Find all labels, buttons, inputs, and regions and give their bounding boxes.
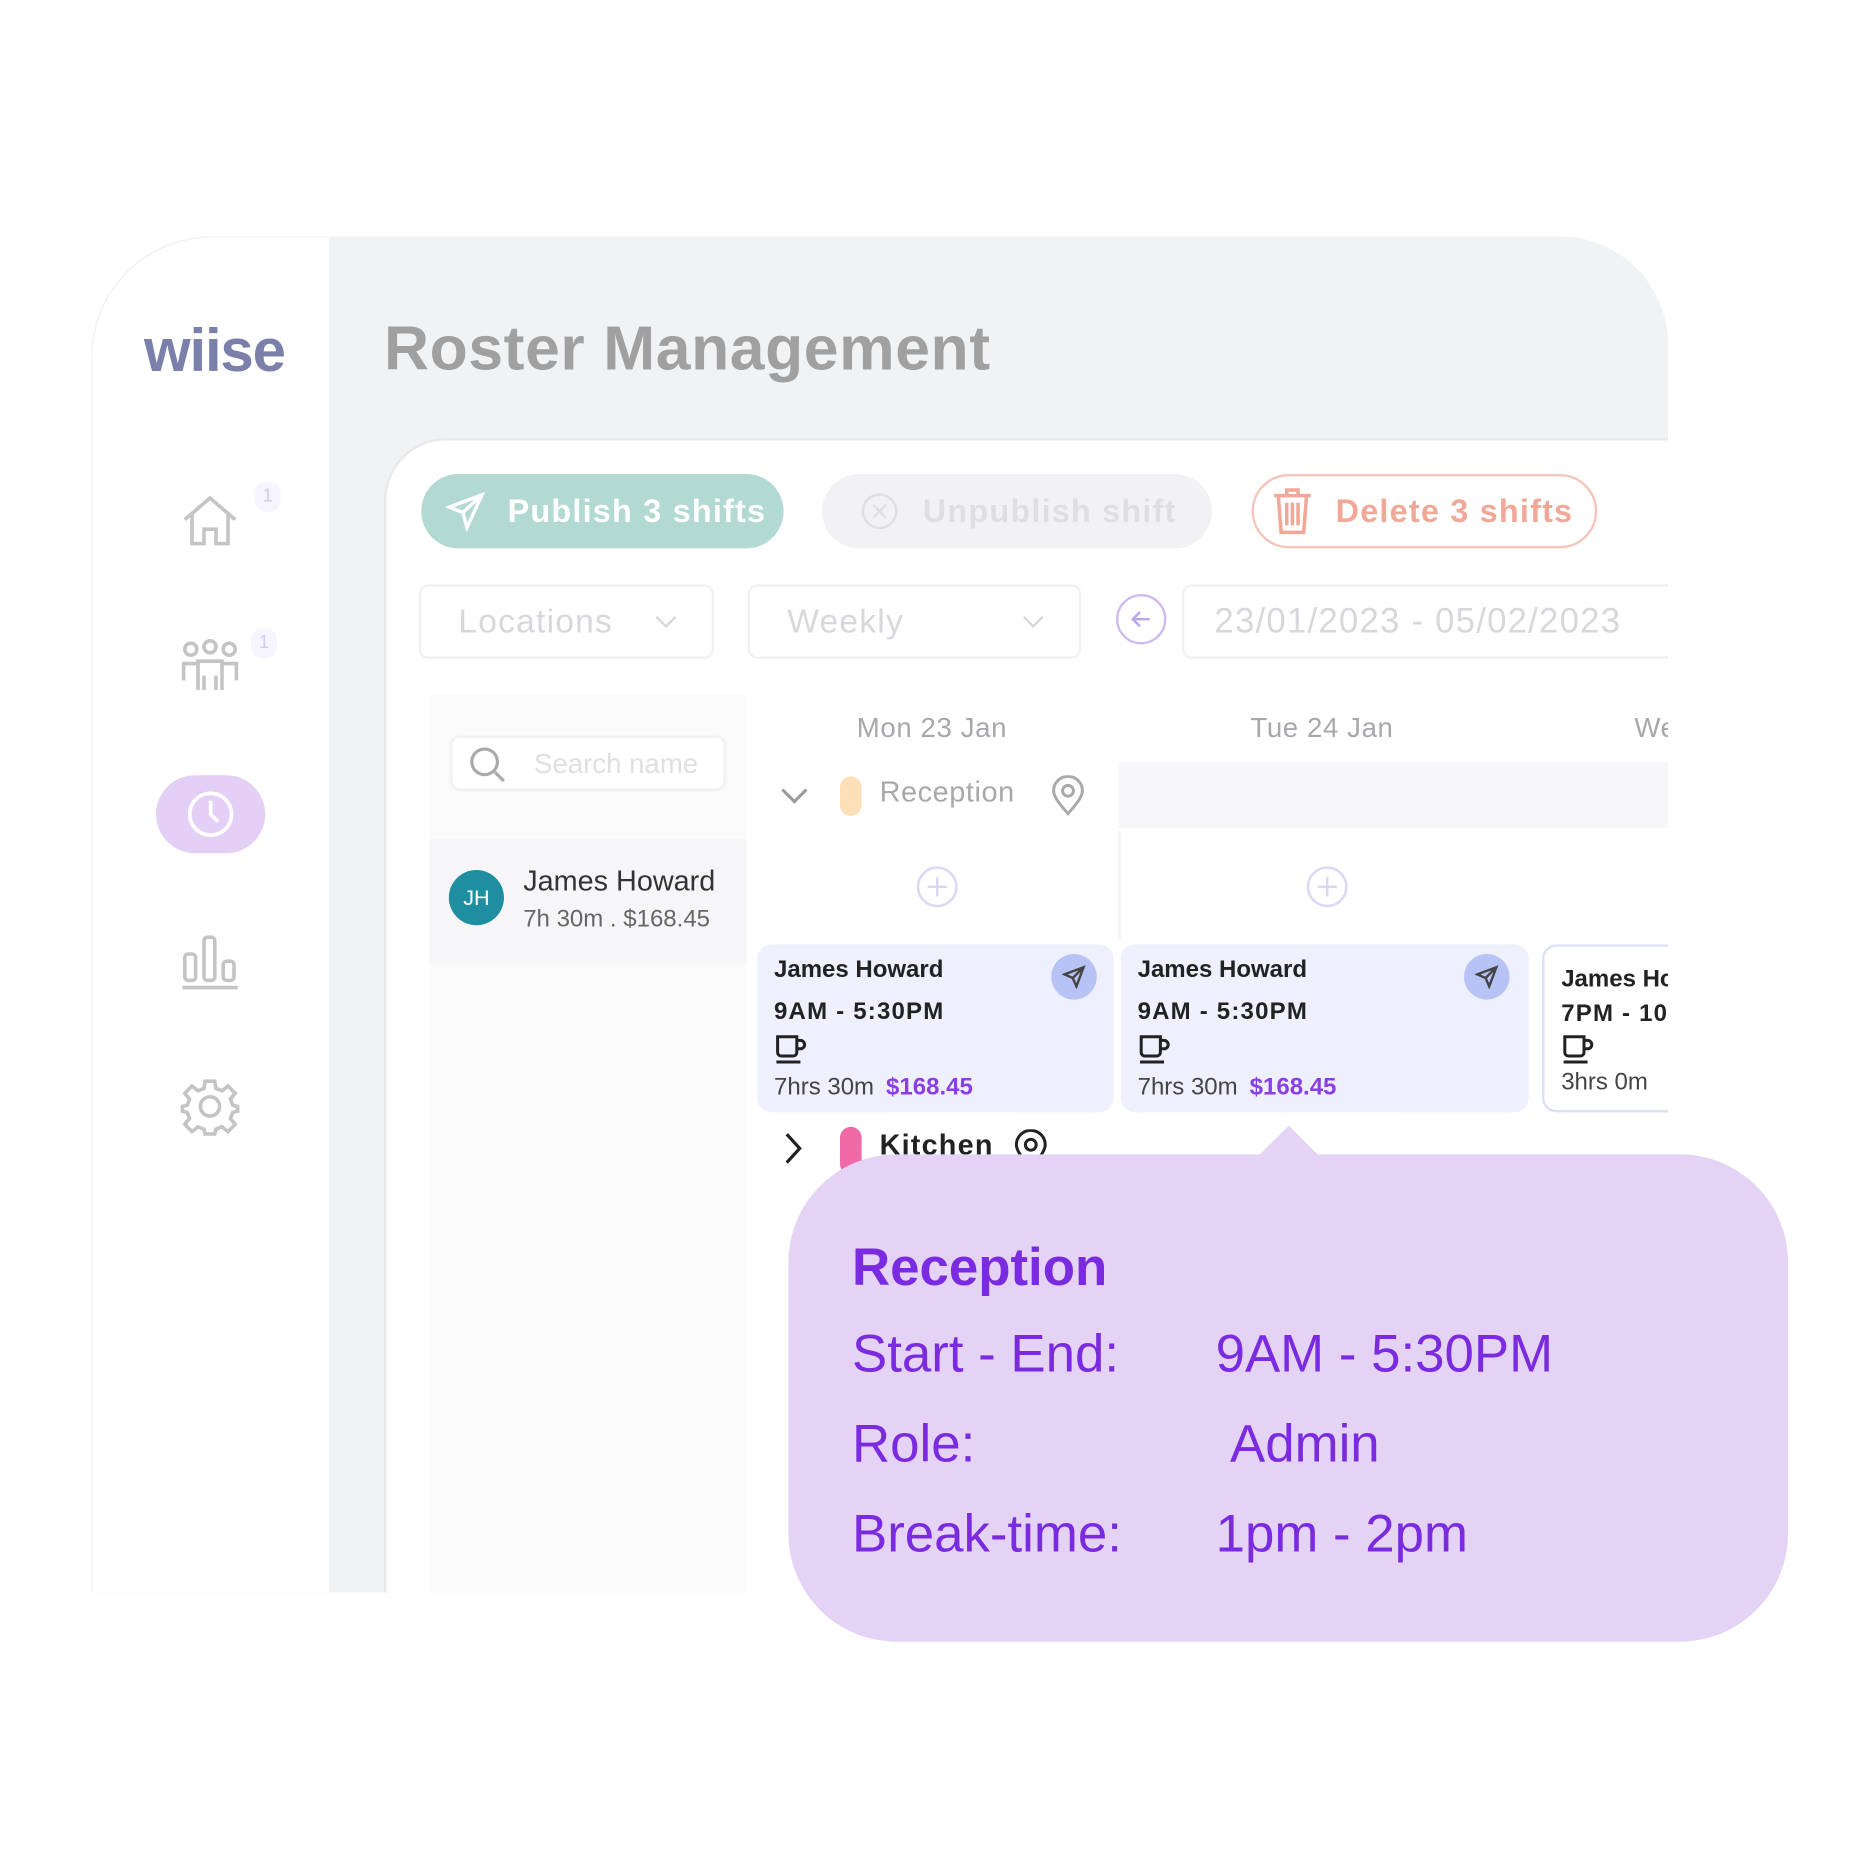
publish-button[interactable]: Publish 3 shifts bbox=[421, 474, 784, 549]
chevron-down-icon[interactable] bbox=[780, 786, 809, 805]
reception-color-tag bbox=[840, 776, 862, 817]
publish-shift-button[interactable] bbox=[1051, 954, 1097, 1000]
bar-chart-icon[interactable] bbox=[180, 932, 240, 992]
unpublish-button[interactable]: Unpublish shift bbox=[822, 474, 1212, 549]
arrow-left-icon bbox=[1131, 611, 1150, 628]
shift-tooltip: Reception Start - End: 9AM - 5:30PM Role:… bbox=[788, 1154, 1789, 1642]
delete-button[interactable]: Delete 3 shifts bbox=[1251, 474, 1598, 549]
sidebar-item-roster[interactable] bbox=[156, 775, 266, 854]
people-icon[interactable] bbox=[180, 637, 240, 697]
trash-icon bbox=[1274, 488, 1311, 535]
shift-card[interactable]: James Howard 9AM - 5:30PM 7hrs 30m $168.4… bbox=[757, 944, 1114, 1113]
shift-meta: 7hrs 30m $168.45 bbox=[1138, 1074, 1512, 1102]
shift-card[interactable]: James Howard 9AM - 5:30PM 7hrs 30m $168.4… bbox=[1120, 944, 1529, 1113]
tooltip-pointer bbox=[1257, 1125, 1320, 1157]
shift-time: 9AM - 5:30PM bbox=[774, 998, 945, 1025]
day-header-mon: Mon 23 Jan bbox=[856, 711, 1008, 743]
search-input[interactable]: Search name bbox=[450, 735, 726, 791]
period-label: Weekly bbox=[787, 602, 904, 640]
shift-meta: 7hrs 30m $168.45 bbox=[774, 1074, 1097, 1102]
unpublish-label: Unpublish shift bbox=[922, 492, 1177, 529]
coffee-icon bbox=[1139, 1035, 1170, 1064]
locations-label: Locations bbox=[458, 602, 614, 640]
tooltip-row-start-end: Start - End: 9AM - 5:30PM bbox=[852, 1324, 1553, 1385]
period-dropdown[interactable]: Weekly bbox=[747, 584, 1082, 659]
group-row-fill bbox=[1118, 762, 1669, 829]
publish-label: Publish 3 shifts bbox=[507, 492, 767, 529]
shift-card[interactable]: James Ho 7PM - 10 3hrs 0m bbox=[1542, 944, 1669, 1113]
shift-duration: 7hrs 30m bbox=[774, 1074, 875, 1101]
shift-time: 9AM - 5:30PM bbox=[1137, 998, 1309, 1025]
home-icon[interactable] bbox=[180, 491, 240, 551]
search-icon bbox=[470, 747, 505, 783]
shift-time: 7PM - 10 bbox=[1561, 1000, 1669, 1028]
publish-shift-button[interactable] bbox=[1464, 954, 1510, 1000]
locations-dropdown[interactable]: Locations bbox=[418, 584, 714, 659]
employee-column bbox=[429, 694, 747, 1593]
chevron-down-icon bbox=[655, 615, 677, 629]
people-badge: 1 bbox=[250, 627, 278, 659]
tooltip-value: Admin bbox=[1230, 1414, 1380, 1474]
tooltip-row-break: Break-time: 1pm - 2pm bbox=[852, 1504, 1468, 1565]
prev-week-button[interactable] bbox=[1116, 594, 1167, 645]
send-icon bbox=[1474, 965, 1499, 989]
gear-icon[interactable] bbox=[180, 1076, 240, 1136]
employee-row[interactable]: JH James Howard 7h 30m . $168.45 bbox=[429, 838, 747, 964]
home-badge: 1 bbox=[254, 481, 281, 513]
delete-label: Delete 3 shifts bbox=[1335, 492, 1574, 529]
add-shift-mon-icon[interactable] bbox=[916, 865, 959, 908]
tooltip-row-role: Role: Admin bbox=[852, 1414, 1380, 1475]
search-placeholder: Search name bbox=[534, 747, 699, 779]
shift-employee: James Howard bbox=[1137, 956, 1308, 983]
tooltip-label: Role: bbox=[852, 1414, 976, 1474]
chevron-down-icon bbox=[1022, 615, 1044, 629]
tooltip-label: Break-time: bbox=[852, 1504, 1122, 1564]
tooltip-value: 1pm - 2pm bbox=[1215, 1504, 1468, 1564]
employee-name: James Howard bbox=[523, 865, 716, 898]
location-pin-icon bbox=[1052, 775, 1084, 816]
tooltip-value: 9AM - 5:30PM bbox=[1215, 1324, 1554, 1384]
add-shift-tue-icon[interactable] bbox=[1306, 865, 1349, 908]
shift-duration: 3hrs 0m bbox=[1561, 1069, 1648, 1096]
shift-employee: James Howard bbox=[774, 956, 944, 983]
employee-summary: 7h 30m . $168.45 bbox=[523, 906, 711, 933]
logo: wiise bbox=[144, 316, 286, 384]
send-icon bbox=[1062, 965, 1086, 989]
page-title: Roster Management bbox=[384, 314, 991, 384]
group-reception-label[interactable]: Reception bbox=[880, 776, 1015, 810]
coffee-icon bbox=[776, 1035, 807, 1064]
shift-pay: $168.45 bbox=[1249, 1074, 1337, 1101]
close-circle-icon bbox=[861, 493, 898, 530]
coffee-icon bbox=[1563, 1035, 1594, 1064]
shift-pay: $168.45 bbox=[886, 1074, 973, 1101]
tooltip-title: Reception bbox=[852, 1238, 1108, 1298]
tooltip-label: Start - End: bbox=[852, 1324, 1120, 1384]
date-range-field[interactable]: 23/01/2023 - 05/02/2023 bbox=[1182, 584, 1669, 659]
shift-duration: 7hrs 30m bbox=[1137, 1074, 1238, 1101]
sidebar: wiise 1 1 bbox=[91, 236, 329, 1593]
day-header-wed: We bbox=[1634, 711, 1668, 743]
clock-icon bbox=[187, 791, 234, 837]
shift-employee: James Ho bbox=[1561, 966, 1669, 993]
send-icon bbox=[445, 491, 486, 532]
avatar: JH bbox=[448, 870, 505, 926]
day-header-tue: Tue 24 Jan bbox=[1250, 711, 1394, 743]
chevron-right-icon[interactable] bbox=[782, 1132, 804, 1166]
